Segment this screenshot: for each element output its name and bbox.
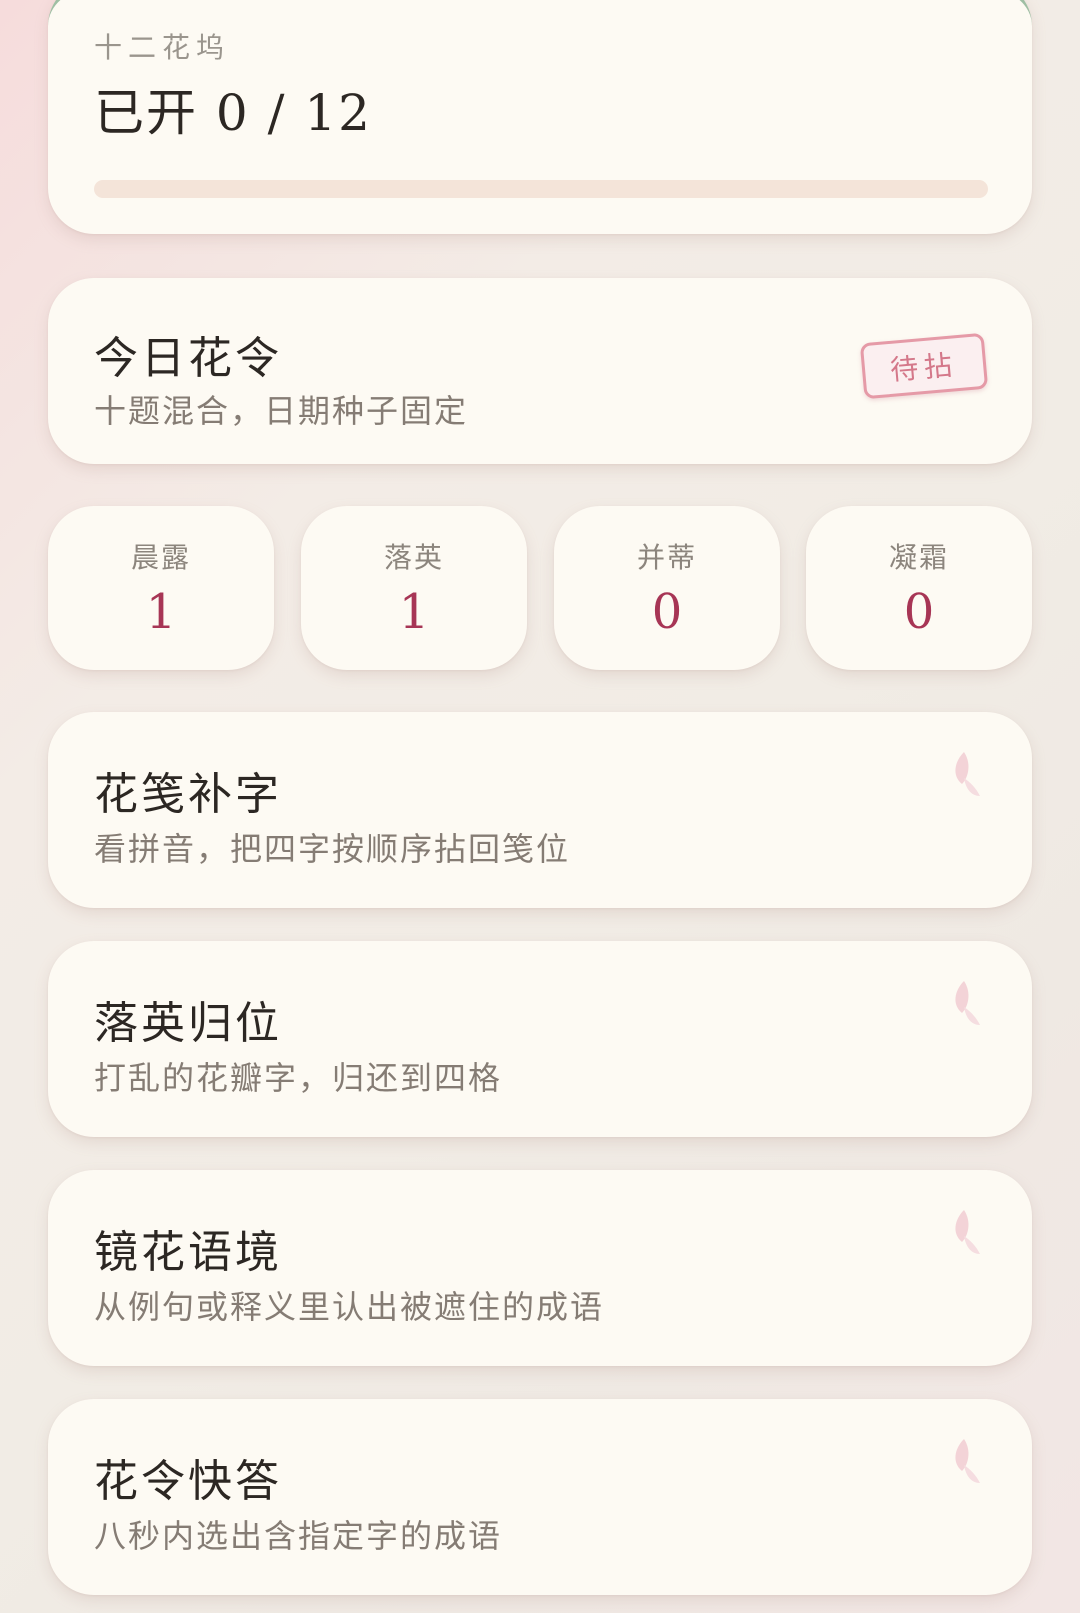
daily-challenge-card[interactable]: 今日花令 十题混合，日期种子固定 待拈 [48, 278, 1032, 464]
petal-icon [955, 752, 980, 796]
stat-value: 0 [651, 584, 683, 640]
pending-stamp-badge: 待拈 [859, 332, 989, 400]
stat-value: 0 [903, 584, 935, 640]
stat-value: 1 [398, 584, 430, 640]
daily-title: 今日花令 [94, 333, 282, 384]
daily-subtitle: 十题混合，日期种子固定 [94, 392, 469, 430]
page: 十二花坞 已开 0 / 12 今日花令 十题混合，日期种子固定 待拈 晨露 1 … [0, 0, 1080, 1613]
game-title: 镜花语境 [94, 1227, 282, 1278]
petal-icon [955, 1439, 980, 1483]
game-title: 花笺补字 [94, 769, 282, 820]
progress-label: 十二花坞 [94, 31, 231, 64]
game-card-luoying-guiwei[interactable]: 落英归位 打乱的花瓣字，归还到四格 [48, 941, 1032, 1137]
garden-progress-card: 十二花坞 已开 0 / 12 [48, 0, 1032, 234]
stat-card-bingdi: 并蒂 0 [554, 506, 780, 670]
stat-card-ningshuang: 凝霜 0 [806, 506, 1032, 670]
stat-value: 1 [145, 584, 177, 640]
game-card-hualing-kuaida[interactable]: 花令快答 八秒内选出含指定字的成语 [48, 1399, 1032, 1595]
progress-bar [94, 180, 988, 198]
stat-card-luoying: 落英 1 [301, 506, 527, 670]
game-title: 花令快答 [94, 1456, 282, 1507]
petal-icon [955, 981, 980, 1025]
game-description: 打乱的花瓣字，归还到四格 [94, 1059, 503, 1097]
game-description: 八秒内选出含指定字的成语 [94, 1517, 503, 1555]
stat-label: 并蒂 [636, 541, 697, 574]
game-card-huajian-buzi[interactable]: 花笺补字 看拼音，把四字按顺序拈回笺位 [48, 712, 1032, 908]
stat-card-chenlu: 晨露 1 [48, 506, 274, 670]
game-card-jinghua-yujing[interactable]: 镜花语境 从例句或释义里认出被遮住的成语 [48, 1170, 1032, 1366]
game-description: 从例句或释义里认出被遮住的成语 [94, 1288, 605, 1326]
petal-icon [955, 1210, 980, 1254]
progress-value: 已开 0 / 12 [94, 84, 372, 142]
game-description: 看拼音，把四字按顺序拈回笺位 [94, 830, 571, 868]
stat-label: 凝霜 [888, 541, 949, 574]
stat-label: 晨露 [130, 541, 191, 574]
game-title: 落英归位 [94, 998, 282, 1049]
stat-label: 落英 [383, 541, 444, 574]
